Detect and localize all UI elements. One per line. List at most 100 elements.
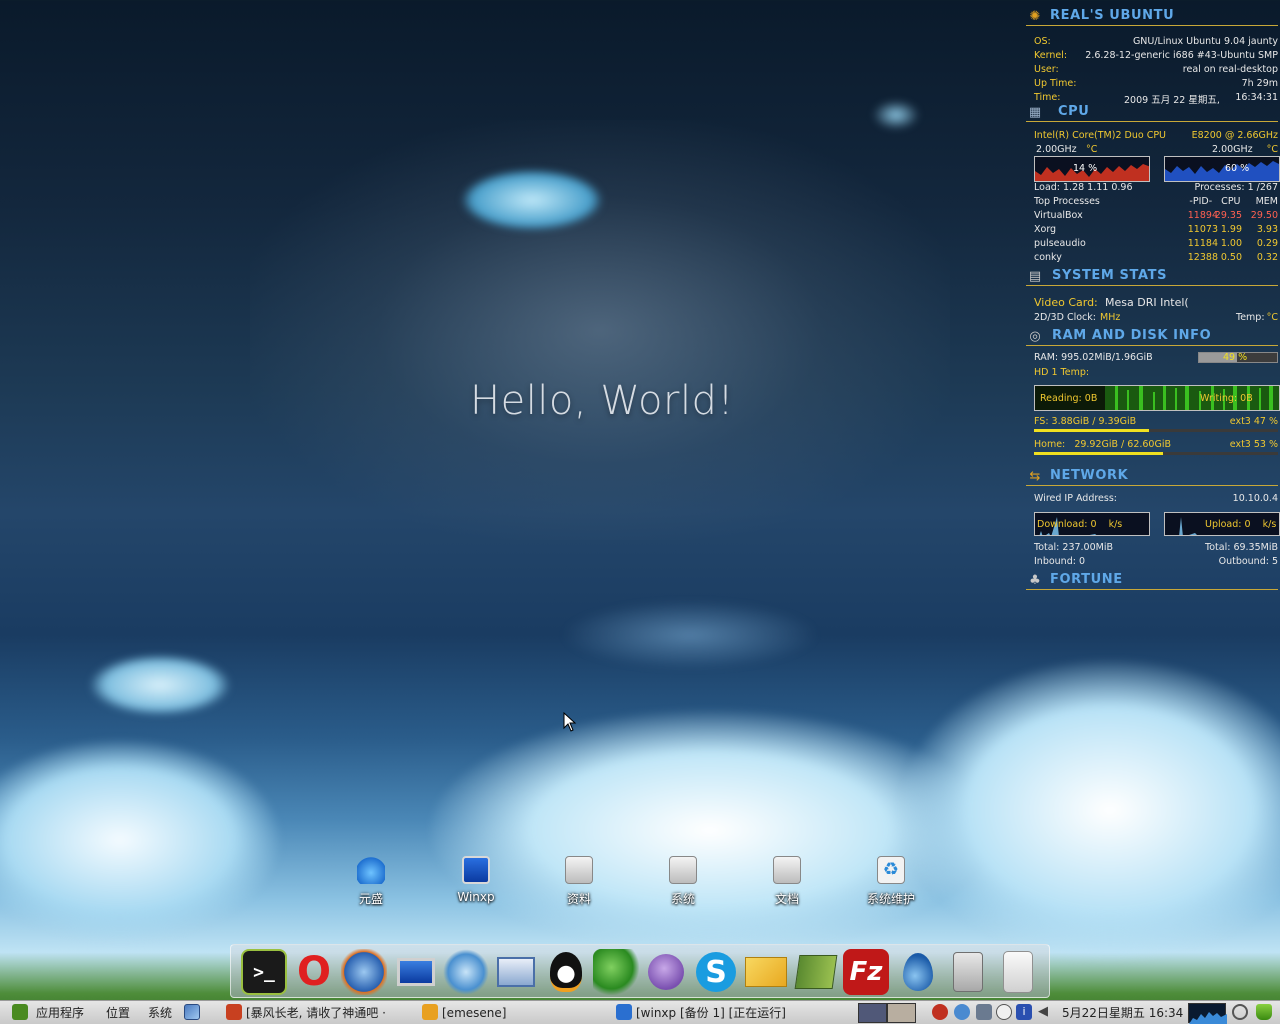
ram-usage-text: RAM: 995.02MiB/1.96GiB <box>1034 352 1153 363</box>
user-value: real on real-desktop <box>1182 64 1278 75</box>
workspace-switcher[interactable] <box>858 1003 916 1023</box>
taskbar-window-2[interactable]: [emesene] <box>442 1004 602 1022</box>
desktop-icon-wendang[interactable]: 文档 <box>747 856 827 907</box>
cpu-model-freq: E8200 @ 2.66GHz <box>1191 130 1278 141</box>
core1-temp-unit: °C <box>1086 144 1098 155</box>
workspace-1[interactable] <box>858 1003 887 1023</box>
process-row: Xorg 11073 1.99 3.93 <box>1034 224 1278 237</box>
cloud <box>462 170 602 230</box>
mouse-cursor-icon <box>563 712 577 732</box>
hard-disk-icon[interactable] <box>945 949 991 995</box>
section-title: NETWORK <box>1050 468 1129 483</box>
skype-icon[interactable]: S <box>693 949 739 995</box>
tray-app-icon[interactable] <box>932 1004 948 1020</box>
desktop-greeting: Hello, World! <box>470 378 734 424</box>
core2-graph-svg <box>1165 161 1279 181</box>
network-globe-icon[interactable] <box>443 949 489 995</box>
terminal-icon[interactable]: >_ <box>241 949 287 995</box>
show-desktop-icon[interactable] <box>184 1004 200 1020</box>
qq-icon[interactable] <box>543 949 589 995</box>
workspace-2[interactable] <box>887 1003 916 1023</box>
tray-network-icon[interactable] <box>976 1004 992 1020</box>
time-clock: 16:34:31 <box>1235 92 1278 103</box>
process-row: conky 12388 0.50 0.32 <box>1034 252 1278 265</box>
process-pid: 11894 <box>1187 210 1218 221</box>
uptime-label: Up Time: <box>1034 78 1077 89</box>
desktop-icon-yuansheng[interactable]: 元盛 <box>331 856 411 907</box>
tray-info-icon[interactable]: i <box>1016 1004 1032 1020</box>
ipod-icon[interactable] <box>995 949 1041 995</box>
tray-qq-icon[interactable] <box>996 1004 1012 1020</box>
process-cpu: 1.99 <box>1220 224 1242 235</box>
cloud <box>0 740 280 940</box>
section-title: RAM AND DISK INFO <box>1052 328 1212 343</box>
disk-io-graph: Reading: 0B Writing: 0B <box>1034 385 1280 411</box>
outbound-connections: Outbound: 5 <box>1218 556 1278 567</box>
process-pid: 11184 <box>1187 238 1218 249</box>
desktop-icon-winxp[interactable]: Winxp <box>436 856 516 904</box>
process-row: VirtualBox 11894 29.35 29.50 <box>1034 210 1278 223</box>
display-icon[interactable] <box>393 949 439 995</box>
desktop-icon-label: 资料 <box>566 892 591 906</box>
user-label: User: <box>1034 64 1059 75</box>
system-menu[interactable]: 系统 <box>148 1004 172 1022</box>
drive-icon <box>565 856 593 884</box>
books-icon[interactable] <box>793 949 839 995</box>
taskbar-window-3[interactable]: [winxp [备份 1] [正在运行] <box>636 1004 796 1022</box>
core2-graph: 60 % <box>1164 156 1280 182</box>
cloud <box>560 600 820 670</box>
drop-icon[interactable] <box>895 949 941 995</box>
desktop-icon-label: 文档 <box>774 892 799 906</box>
panel-clock[interactable]: 5月22日星期五 16:34 <box>1062 1004 1183 1022</box>
applications-menu[interactable]: 应用程序 <box>36 1004 84 1022</box>
gpu-temp-unit: °C <box>1266 312 1278 323</box>
process-pid: 12388 <box>1187 252 1218 263</box>
process-cpu: 0.50 <box>1220 252 1242 263</box>
gpu-temp-label: Temp: <box>1236 312 1265 323</box>
total-download: Total: 237.00MiB <box>1034 542 1114 553</box>
ip-value: 10.10.0.4 <box>1232 493 1278 504</box>
trash-icon[interactable] <box>1256 1004 1272 1020</box>
messenger-icon[interactable] <box>593 949 639 995</box>
fs-usage-bar-fill <box>1034 429 1149 432</box>
fs-type-percent: ext3 47 % <box>1229 416 1278 427</box>
download-graph: Download: 0 k/s <box>1034 512 1150 536</box>
cloud <box>430 710 990 950</box>
os-value: GNU/Linux Ubuntu 9.04 jaunty <box>1132 36 1278 47</box>
uptime-value: 7h 29m <box>1241 78 1278 89</box>
dock: >_ O S Fz <box>230 944 1050 998</box>
process-name: conky <box>1034 252 1062 263</box>
mail-icon[interactable] <box>743 949 789 995</box>
shutdown-icon[interactable] <box>1232 1004 1248 1020</box>
window-app-icon <box>226 1004 242 1020</box>
opera-icon[interactable]: O <box>291 949 337 995</box>
remote-desktop-icon[interactable] <box>493 949 539 995</box>
time-label: Time: <box>1034 92 1061 103</box>
taskbar-window-1[interactable]: [暴风长老, 请收了神通吧 · <box>246 1004 406 1022</box>
clock-label: 2D/3D Clock: <box>1034 312 1096 323</box>
desktop-icon-xitong[interactable]: 系统 <box>643 856 723 907</box>
ip-label: Wired IP Address: <box>1034 493 1117 504</box>
monitor-graph-svg <box>1189 1012 1227 1024</box>
volume-icon[interactable]: ◀ <box>1038 1004 1054 1020</box>
wallpaper-glow <box>250 120 950 540</box>
filezilla-icon[interactable]: Fz <box>843 949 889 995</box>
desktop-icon-ziliao[interactable]: 资料 <box>539 856 619 907</box>
drive-icon <box>773 856 801 884</box>
panel-system-monitor[interactable] <box>1188 1003 1227 1024</box>
desktop-icon-xitongweihu[interactable]: ♻ 系统维护 <box>851 856 931 907</box>
process-mem: 0.32 <box>1256 252 1278 263</box>
process-mem: 29.50 <box>1250 210 1278 221</box>
section-title: REAL'S UBUNTU <box>1050 8 1175 23</box>
ram-percent: 49 % <box>1223 352 1248 363</box>
tray-messenger-icon[interactable] <box>954 1004 970 1020</box>
kernel-value: 2.6.28-12-generic i686 #43-Ubuntu SMP <box>1085 50 1278 61</box>
places-menu[interactable]: 位置 <box>106 1004 130 1022</box>
firefox-icon[interactable] <box>341 949 387 995</box>
disk-icon: ◎ <box>1029 329 1041 344</box>
desktop-icon-label: 元盛 <box>358 892 383 906</box>
pidgin-icon[interactable] <box>643 949 689 995</box>
process-name: pulseaudio <box>1034 238 1086 249</box>
section-title: CPU <box>1058 104 1090 119</box>
core2-freq: 2.00GHz <box>1212 144 1253 155</box>
